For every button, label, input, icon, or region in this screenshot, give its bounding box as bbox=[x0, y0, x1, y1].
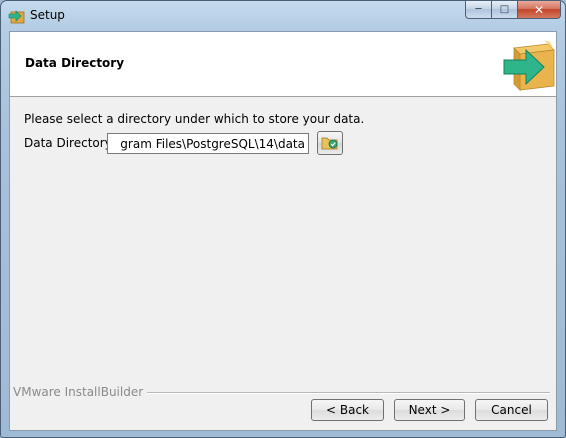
maximize-button[interactable]: □ bbox=[491, 1, 517, 19]
installbuilder-brand: VMware InstallBuilder bbox=[13, 385, 148, 399]
footer-divider bbox=[130, 392, 550, 394]
folder-icon bbox=[321, 137, 338, 150]
browse-directory-button[interactable] bbox=[317, 131, 343, 155]
box-arrow-icon bbox=[503, 40, 555, 91]
wizard-client-area: Data Directory Please select a directory… bbox=[9, 31, 557, 431]
close-button[interactable]: ✕ bbox=[517, 1, 561, 19]
data-directory-label: Data Directory bbox=[24, 136, 112, 150]
instruction-text: Please select a directory under which to… bbox=[24, 112, 365, 126]
cancel-button[interactable]: Cancel bbox=[475, 399, 548, 421]
installer-app-icon bbox=[8, 10, 25, 24]
setup-window: Setup ─ □ ✕ Data Directory Please select… bbox=[0, 0, 566, 438]
minimize-button[interactable]: ─ bbox=[465, 1, 491, 19]
wizard-header: Data Directory bbox=[10, 32, 556, 97]
page-title: Data Directory bbox=[25, 56, 125, 70]
data-directory-input[interactable] bbox=[107, 133, 309, 154]
window-title: Setup bbox=[30, 8, 65, 22]
back-button[interactable]: < Back bbox=[311, 399, 384, 421]
window-controls: ─ □ ✕ bbox=[465, 1, 561, 20]
next-button[interactable]: Next > bbox=[394, 399, 465, 421]
title-bar[interactable]: Setup ─ □ ✕ bbox=[1, 1, 565, 31]
